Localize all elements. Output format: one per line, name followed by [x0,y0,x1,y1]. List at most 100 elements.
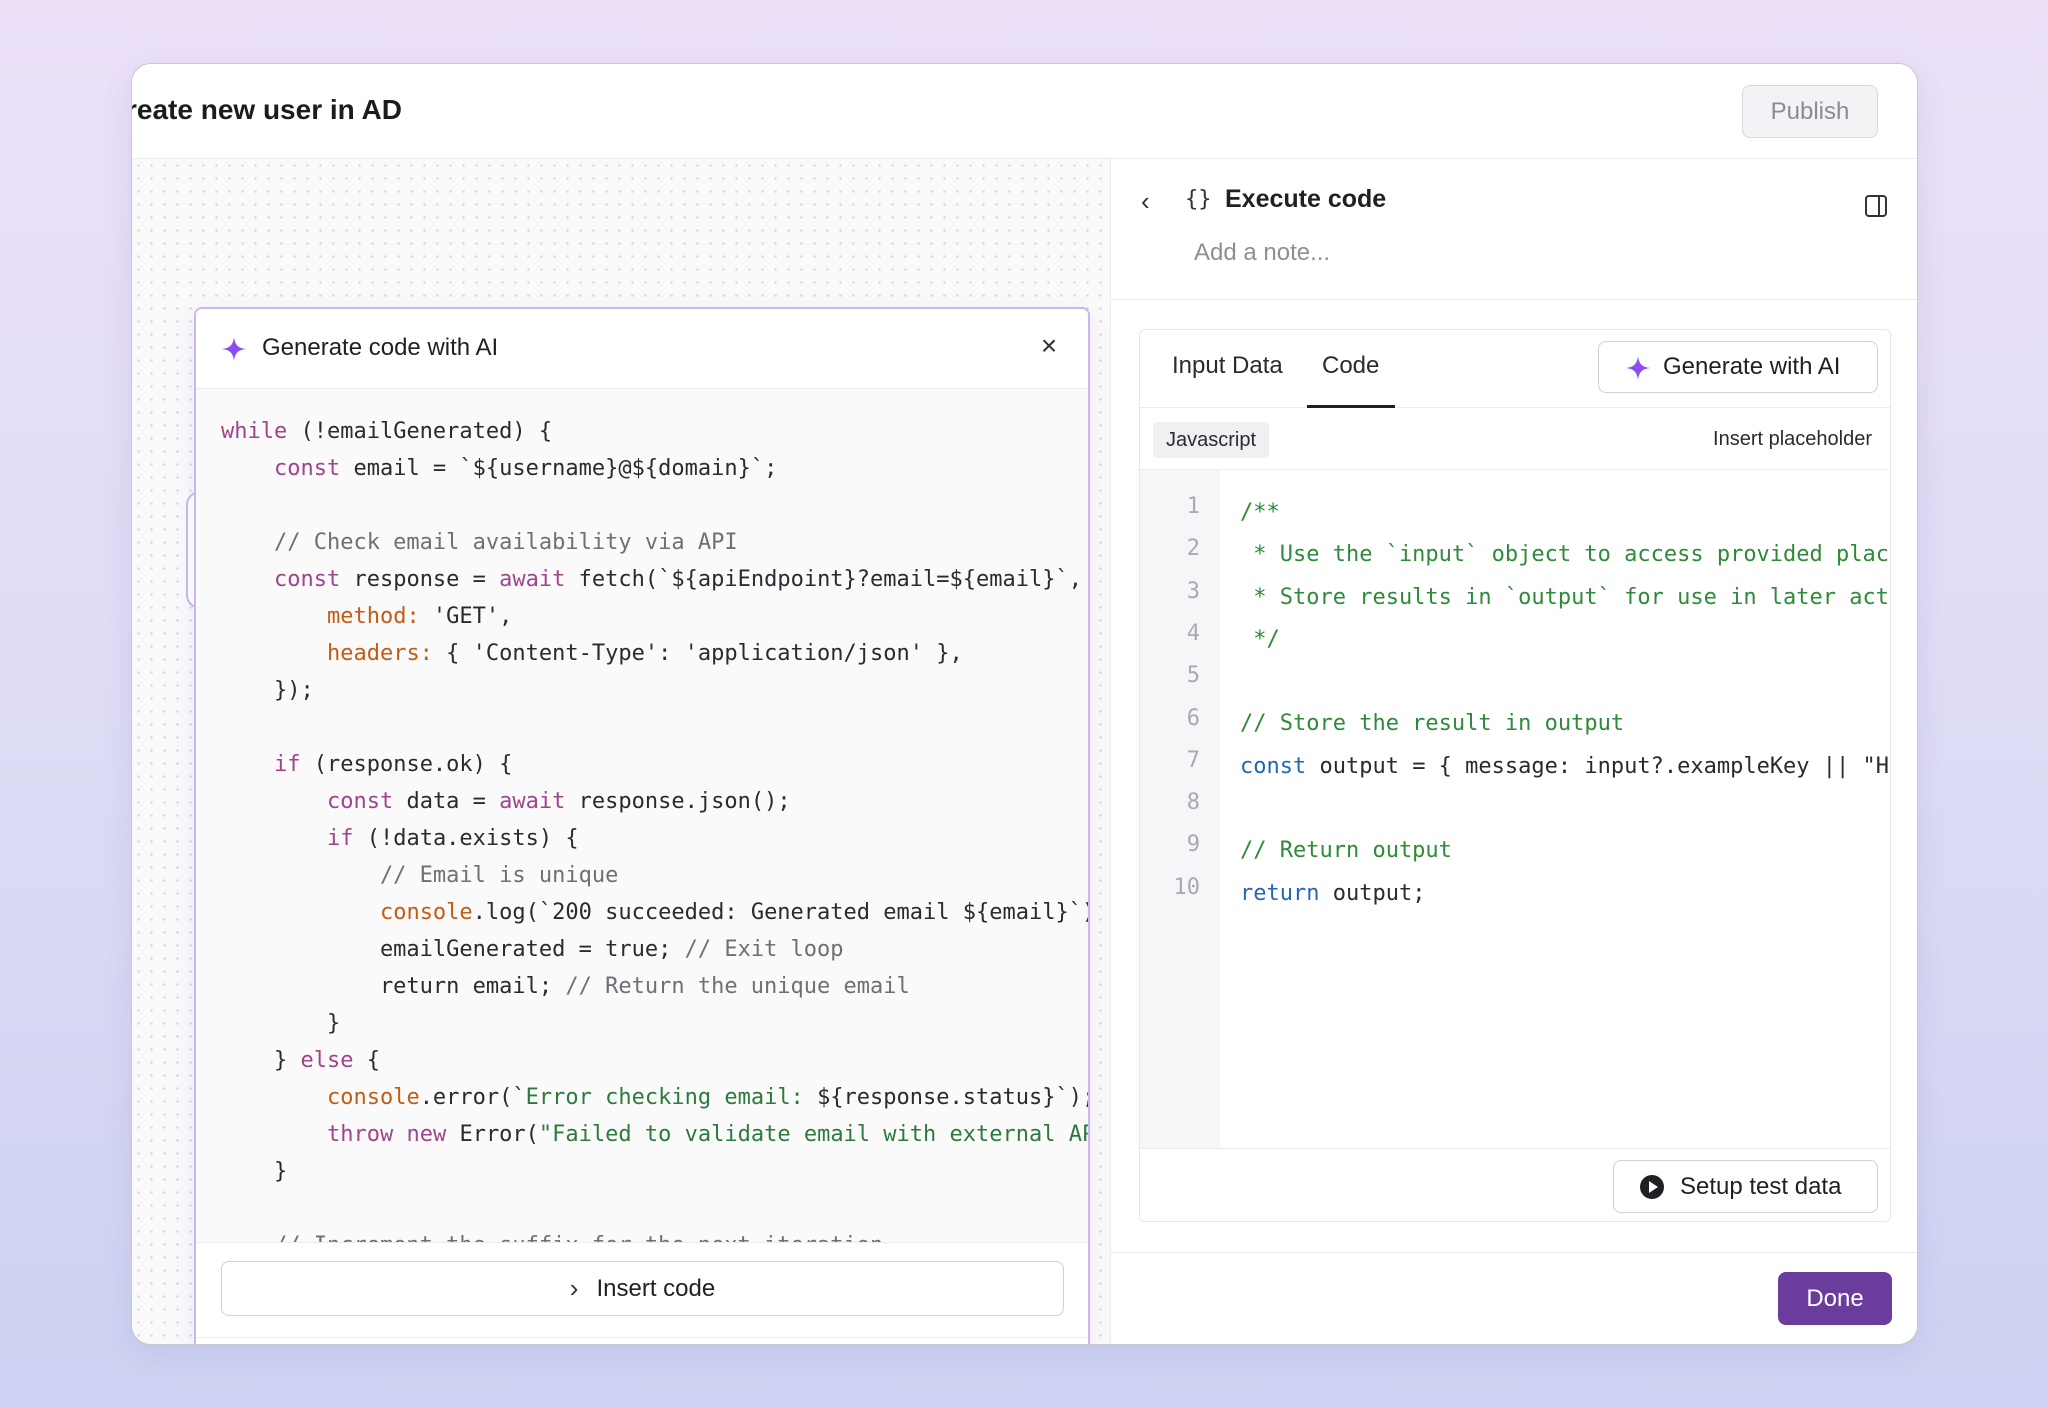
code-line: console.log(`200 succeeded: Generated em… [221,894,1088,931]
code-line: while (!emailGenerated) { [221,413,1088,450]
close-icon[interactable]: × [1034,331,1064,361]
code-line: console.error(`Error checking email: ${r… [221,1079,1088,1116]
done-button[interactable]: Done [1778,1272,1892,1325]
setup-test-data-button[interactable]: Setup test data [1613,1160,1878,1213]
code-token: fetch(`${apiEndpoint}?email=${email}`, { [565,567,1088,592]
code-token: output; [1319,880,1426,906]
line-number: 10 [1173,874,1201,900]
ask-ai-bar: ↑ [196,1337,1088,1344]
editor-line: * Use the `input` object to access provi… [1240,534,1890,576]
code-line: const email = `${username}@${domain}`; [221,450,1088,487]
code-token: } [221,1159,288,1184]
line-number: 1 [1186,494,1200,519]
code-token: } [221,1048,301,1073]
ai-panel-title: Generate code with AI [262,334,499,361]
code-token: ${response.status}`); [817,1085,1088,1110]
generate-with-ai-label: Generate with AI [1663,353,1841,380]
code-token: const [1240,753,1307,779]
insert-code-button[interactable]: › Insert code [221,1261,1064,1316]
code-token: // Store the result in output [1240,711,1625,737]
code-token: // Increment the suffix for the next ite… [221,1233,883,1242]
execute-code-panel: ‹ {} Execute code Input Data Code Genera… [1110,159,1917,1344]
tab-bar: Input Data Code Generate with AI [1140,330,1890,408]
code-line: if (!data.exists) { [221,820,1088,857]
editor-line: // Return output [1240,830,1890,872]
editor-line: const output = { message: input?.example… [1240,746,1890,788]
code-line: method: 'GET', [221,598,1088,635]
editor-line: */ [1240,619,1890,661]
code-token: { [353,1048,380,1073]
code-token: const [326,789,394,814]
code-token: headers: [326,641,433,666]
line-number: 5 [1186,663,1200,689]
code-token: // Exit loop [684,937,844,962]
code-token: .log(`200 succeeded: Generated email ${e… [472,900,1088,925]
code-line: emailGenerated = true; // Exit loop [221,931,1088,968]
code-token: const [273,567,341,592]
code-line: return email; // Return the unique email [221,968,1088,1005]
code-token: // Return the unique email [565,974,910,999]
workflow-canvas[interactable]: Generate code with AI × while (!emailGen… [132,159,1110,1344]
line-number: 2 [1186,536,1200,562]
workflow-editor-window: reate new user in AD Publish Generate co… [131,63,1918,1345]
play-icon [1640,1175,1664,1199]
code-token: const [273,456,341,481]
code-token: { 'Content-Type': 'application/json' }, [432,641,963,666]
line-number: 3 [1186,578,1200,604]
line-number: 4 [1186,620,1200,646]
code-token: new [406,1122,447,1147]
code-token: console [379,900,473,925]
line-number: 9 [1186,832,1200,858]
code-token: (response.ok) { [300,752,513,777]
code-line: }); [221,672,1088,709]
workflow-title: reate new user in AD [131,94,402,125]
generated-code-area[interactable]: while (!emailGenerated) { const email = … [196,389,1088,1242]
publish-button[interactable]: Publish [1742,85,1878,138]
back-chevron-icon[interactable]: ‹ [1141,186,1150,217]
line-number: 7 [1186,747,1200,773]
sparkle-icon [222,337,246,361]
code-line: } [221,1153,1088,1190]
editor-code: /** * Use the `input` object to access p… [1240,492,1890,915]
note-input[interactable] [1194,239,1794,267]
insert-placeholder-link[interactable]: Insert placeholder [1713,428,1872,451]
code-line: const data = await response.json(); [221,783,1088,820]
code-line: // Check email availability via API [221,524,1088,561]
tab-code[interactable]: Code [1322,352,1379,380]
code-line: // Increment the suffix for the next ite… [221,1227,1088,1242]
code-token: /** [1240,500,1280,525]
generate-with-ai-button[interactable]: Generate with AI [1598,341,1878,393]
code-line: headers: { 'Content-Type': 'application/… [221,635,1088,672]
language-selector[interactable]: Javascript [1153,422,1270,458]
editor-line: // Store the result in output [1240,703,1890,745]
editor-line: /** [1240,492,1890,534]
code-token: (!emailGenerated) { [287,419,553,444]
ai-panel-header: Generate code with AI × [196,309,1088,389]
code-token: if [273,752,301,777]
top-bar: reate new user in AD Publish [132,64,1917,159]
code-editor[interactable]: 1 2 3 4 5 6 7 8 9 10 /** * Use the `input` object… [1140,470,1890,1148]
line-number: 8 [1186,790,1200,816]
code-token: emailGenerated = true; [221,937,685,962]
divider [1111,1252,1917,1253]
code-token: Error( [446,1122,539,1147]
code-token: data = [393,789,500,814]
code-token: response.json(); [565,789,791,814]
code-token: console [326,1085,420,1110]
code-card: Input Data Code Generate with AI Javascr… [1139,329,1891,1222]
code-token: */ [1240,626,1280,652]
code-token: if [326,826,354,851]
code-token: while [221,419,288,444]
collapse-panel-icon[interactable] [1865,195,1887,217]
code-token: response = [340,567,500,592]
tab-input-data[interactable]: Input Data [1172,352,1283,380]
language-row: Javascript Insert placeholder [1140,408,1890,470]
code-token: (!data.exists) { [353,826,579,851]
